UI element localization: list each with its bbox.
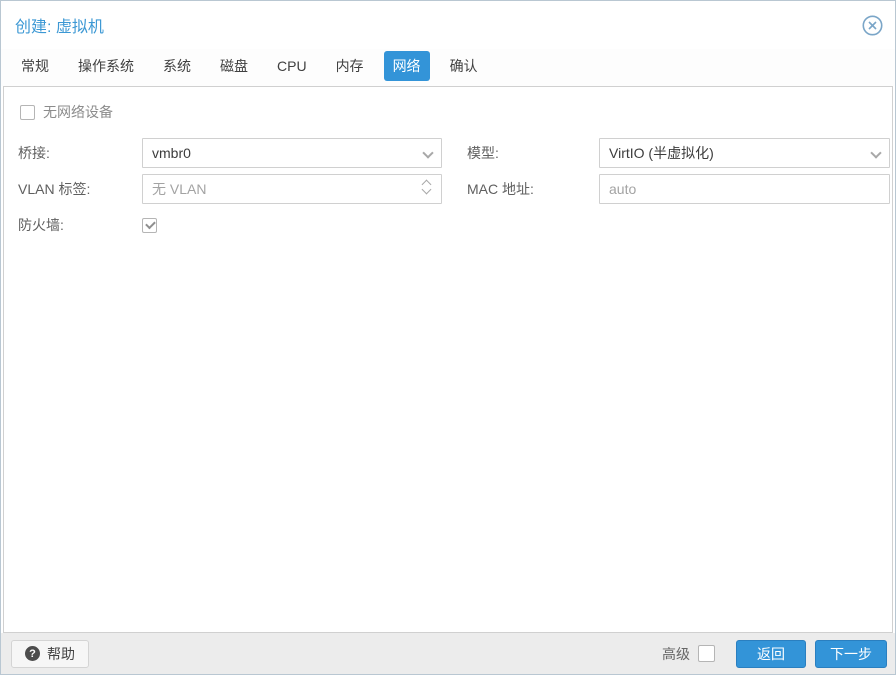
bridge-label: 桥接: [18, 145, 50, 161]
tab-system[interactable]: 系统 [154, 51, 200, 81]
firewall-checkbox[interactable] [142, 217, 157, 233]
tab-memory[interactable]: 内存 [327, 51, 373, 81]
advanced-label: 高级 [662, 645, 690, 662]
mac-label: MAC 地址: [467, 181, 534, 197]
model-combobox [599, 138, 890, 168]
tab-confirm[interactable]: 确认 [441, 51, 487, 81]
help-icon: ? [25, 646, 40, 661]
create-vm-dialog: 创建: 虚拟机 常规 操作系统 系统 磁盘 CPU 内存 网络 确认 无网络设备… [0, 0, 896, 675]
model-label: 模型: [467, 145, 499, 161]
advanced-checkbox[interactable] [698, 645, 715, 662]
help-button-label: 帮助 [47, 645, 75, 662]
wizard-tabbar: 常规 操作系统 系统 磁盘 CPU 内存 网络 确认 [1, 49, 895, 86]
help-button[interactable]: ? 帮助 [11, 639, 89, 668]
tab-network[interactable]: 网络 [383, 50, 430, 81]
network-form-panel: 无网络设备 桥接: 模型: VLAN 标签: MAC 地址: [3, 86, 893, 633]
tab-general[interactable]: 常规 [12, 51, 58, 81]
next-button[interactable]: 下一步 [815, 639, 887, 668]
dialog-footer: ? 帮助 高级 返回 下一步 [1, 633, 895, 674]
dialog-titlebar: 创建: 虚拟机 [1, 1, 895, 49]
model-input[interactable] [599, 138, 890, 168]
mac-field [599, 174, 890, 204]
tab-os[interactable]: 操作系统 [69, 51, 143, 81]
bridge-combobox [142, 138, 442, 168]
dialog-title: 创建: 虚拟机 [15, 19, 104, 36]
bridge-input[interactable] [142, 138, 442, 168]
back-button[interactable]: 返回 [736, 639, 806, 668]
tab-cpu[interactable]: CPU [268, 53, 316, 79]
no-network-device-checkbox[interactable] [20, 104, 35, 120]
no-network-device-label: 无网络设备 [43, 104, 113, 120]
vlan-label: VLAN 标签: [18, 181, 91, 197]
mac-input[interactable] [599, 174, 890, 204]
tab-disks[interactable]: 磁盘 [211, 51, 257, 81]
firewall-cell [142, 217, 442, 233]
vlan-input[interactable] [142, 174, 442, 204]
close-icon [862, 15, 882, 35]
vlan-spinnerfield [142, 174, 442, 204]
network-form-grid: 桥接: 模型: VLAN 标签: MAC 地址: 防火 [18, 138, 890, 240]
close-button[interactable] [861, 14, 883, 36]
no-network-device-row: 无网络设备 [20, 102, 878, 122]
firewall-label: 防火墙: [18, 217, 64, 233]
